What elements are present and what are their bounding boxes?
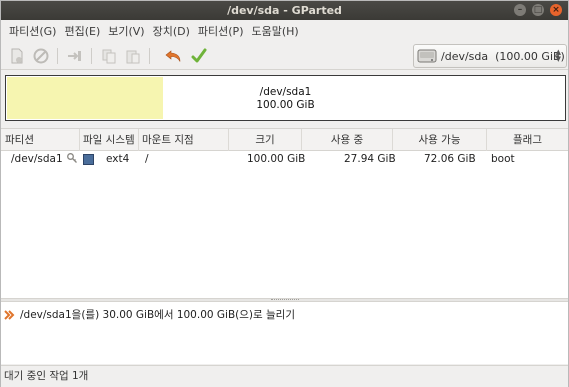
device-name: /dev/sda xyxy=(441,49,489,63)
row-filesystem: ext4 xyxy=(106,153,130,165)
window-controls: – □ × xyxy=(514,4,562,16)
row-flags: boot xyxy=(491,153,515,165)
apply-icon xyxy=(191,48,207,63)
row-partition: /dev/sda1 xyxy=(11,153,63,165)
key-icon xyxy=(66,152,78,167)
column-flags[interactable]: 플래그 xyxy=(487,129,568,151)
resize-operation-icon xyxy=(4,309,15,320)
toolbar-separator xyxy=(57,48,58,64)
partition-graphic[interactable]: /dev/sda1 100.00 GiB xyxy=(5,75,566,121)
menu-edit[interactable]: 편집(E) xyxy=(60,23,104,39)
chevron-updown-icon: ▲ ▼ xyxy=(555,48,561,63)
new-partition-icon xyxy=(11,48,23,64)
graphic-partition-name: /dev/sda1 xyxy=(259,86,312,98)
hard-disk-icon xyxy=(417,49,437,63)
toolbar-separator xyxy=(149,48,150,64)
undo-icon xyxy=(165,50,181,62)
gparted-window: /dev/sda - GParted – □ × 파티션(G) 편집(E) 보기… xyxy=(0,0,569,387)
menu-gparted[interactable]: 파티션(G) xyxy=(5,23,60,39)
column-partition[interactable]: 파티션 xyxy=(1,129,80,151)
toolbar: /dev/sda (100.00 GiB) ▲ ▼ xyxy=(1,42,568,70)
column-unused[interactable]: 사용 가능 xyxy=(393,129,487,151)
row-used: 27.94 GiB xyxy=(344,153,396,165)
resize-move-button[interactable] xyxy=(65,46,85,66)
device-selector[interactable]: /dev/sda (100.00 GiB) ▲ ▼ xyxy=(413,44,567,68)
device-size: (100.00 GiB) xyxy=(495,49,565,63)
paste-icon xyxy=(126,50,140,64)
operation-text: /dev/sda1을(를) 30.00 GiB에서 100.00 GiB(으)로… xyxy=(20,309,295,321)
graphic-partition-size: 100.00 GiB xyxy=(256,99,315,111)
row-unused: 72.06 GiB xyxy=(424,153,476,165)
column-mountpoint[interactable]: 마운트 지점 xyxy=(139,129,229,151)
minimize-button[interactable]: – xyxy=(514,4,526,16)
column-filesystem[interactable]: 파일 시스템 xyxy=(80,129,139,151)
menu-device[interactable]: 장치(D) xyxy=(149,23,194,39)
partition-table: 파티션 파일 시스템 마운트 지점 크기 사용 중 사용 가능 플래그 /dev… xyxy=(1,128,568,298)
window-title: /dev/sda - GParted xyxy=(227,4,342,17)
menu-help[interactable]: 도움말(H) xyxy=(247,23,302,39)
menubar: 파티션(G) 편집(E) 보기(V) 장치(D) 파티션(P) 도움말(H) xyxy=(1,20,568,42)
status-bar: 대기 중인 작업 1개 xyxy=(1,365,568,387)
filesystem-color-swatch xyxy=(83,154,94,165)
row-size: 100.00 GiB xyxy=(247,153,306,165)
menu-view[interactable]: 보기(V) xyxy=(104,23,148,39)
row-mountpoint: / xyxy=(145,153,149,165)
toolbar-separator xyxy=(91,48,92,64)
partition-graphic-label: /dev/sda1 100.00 GiB xyxy=(6,86,565,112)
table-header: 파티션 파일 시스템 마운트 지점 크기 사용 중 사용 가능 플래그 xyxy=(1,129,568,151)
copy-icon xyxy=(102,49,116,64)
table-row[interactable]: /dev/sda1 ext4 / 100.00 GiB 27.94 GiB 72… xyxy=(1,152,568,168)
apply-button[interactable] xyxy=(189,46,209,66)
paste-button[interactable] xyxy=(123,46,143,66)
column-used[interactable]: 사용 중 xyxy=(302,129,393,151)
new-partition-button[interactable] xyxy=(7,46,27,66)
undo-button[interactable] xyxy=(163,46,183,66)
delete-icon xyxy=(33,48,49,64)
title-bar: /dev/sda - GParted – □ × xyxy=(1,1,568,20)
resize-move-icon xyxy=(68,51,81,61)
close-button[interactable]: × xyxy=(550,4,562,16)
column-size[interactable]: 크기 xyxy=(229,129,302,151)
maximize-button[interactable]: □ xyxy=(532,4,544,16)
splitter-grip xyxy=(271,299,299,301)
menu-partition[interactable]: 파티션(P) xyxy=(194,23,248,39)
copy-button[interactable] xyxy=(99,46,119,66)
pending-operations-pane: /dev/sda1을(를) 30.00 GiB에서 100.00 GiB(으)로… xyxy=(1,302,568,364)
delete-button[interactable] xyxy=(31,46,51,66)
operation-item[interactable]: /dev/sda1을(를) 30.00 GiB에서 100.00 GiB(으)로… xyxy=(4,307,295,322)
